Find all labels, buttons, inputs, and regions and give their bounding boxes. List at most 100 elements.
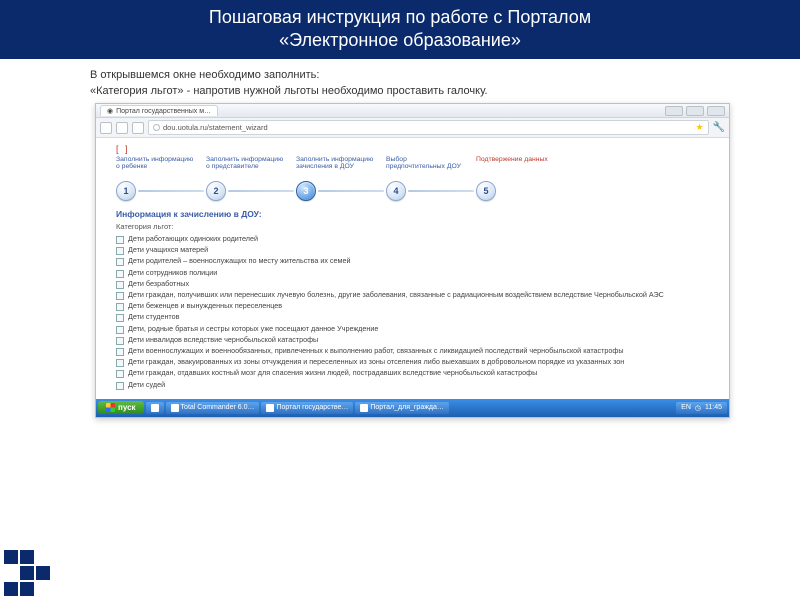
app-icon [151,404,159,412]
url-text: dou.uotula.ru/statement_wizard [163,123,268,132]
checkbox[interactable] [116,326,124,334]
checkbox[interactable] [116,247,124,255]
checkbox[interactable] [116,337,124,345]
windows-flag-icon [106,403,115,412]
step-label-2: Заполнить информацию о представителе [206,156,284,178]
step-connector [228,190,294,192]
benefit-label: Дети, родные братья и сестры которых уже… [128,325,378,334]
checkbox[interactable] [116,292,124,300]
step-connector [138,190,204,192]
benefit-label: Дети студентов [128,313,179,322]
benefit-label: Дети работающих одиноких родителей [128,235,258,244]
tray-net-icon: ◷ [695,404,701,412]
browser-tab[interactable]: ◉ Портал государственных м… [100,105,218,116]
back-button[interactable] [100,122,112,134]
benefit-label: Дети беженцев и вынужденных переселенцев [128,302,282,311]
benefit-item: Дети учащихся матерей [116,245,715,256]
benefit-item: Дети беженцев и вынужденных переселенцев [116,301,715,312]
site-icon [153,124,160,131]
slide: Пошаговая инструкция по работе с Портало… [0,0,800,600]
browser-window: ◉ Портал государственных м… dou.uotula.r… [95,103,730,418]
benefit-item: Дети безработных [116,279,715,290]
benefit-label: Дети военнослужащих и военнообязанных, п… [128,347,624,356]
settings-icon[interactable]: 🔧 [713,122,725,133]
title-line1: Пошаговая инструкция по работе с Портало… [60,6,740,29]
checkbox[interactable] [116,370,124,378]
benefit-item: Дети работающих одиноких родителей [116,234,715,245]
wizard-step-2[interactable]: 2 [206,181,226,201]
window-minimize-button[interactable] [665,106,683,116]
url-input[interactable]: dou.uotula.ru/statement_wizard ★ [148,120,709,135]
taskbar-app[interactable]: Портал государстве… [261,402,353,414]
taskbar-app-label: Портал государстве… [276,404,348,411]
quicklaunch[interactable] [146,402,164,414]
benefit-item: Дети граждан, эвакуированных из зоны отч… [116,357,715,368]
benefit-label: Дети сотрудников полиции [128,269,217,278]
wizard-step-4[interactable]: 4 [386,181,406,201]
benefit-label: Дети учащихся матерей [128,246,208,255]
benefit-item: Дети родителей – военнослужащих по месту… [116,256,715,267]
intro-text-2: «Категория льгот» - напротив нужной льго… [90,85,710,97]
slide-content: В открывшемся окне необходимо заполнить:… [0,59,800,97]
bookmark-icon[interactable]: ★ [695,122,703,133]
brackets-accent: [ ] [116,144,715,154]
checkbox[interactable] [116,314,124,322]
checkbox[interactable] [116,348,124,356]
benefit-item: Дети сотрудников полиции [116,268,715,279]
benefit-label: Дети граждан, получивших или перенесших … [128,291,664,300]
checkbox[interactable] [116,270,124,278]
checkbox[interactable] [116,303,124,311]
step-label-3: Заполнить информацию зачисления в ДОУ [296,156,374,178]
taskbar-app-label: Портал_для_гражда… [370,404,444,411]
step-label-4: Выбор предпочтительных ДОУ [386,156,464,178]
reload-button[interactable] [132,122,144,134]
title-line2: «Электронное образование» [60,29,740,52]
app-icon [171,404,179,412]
app-icon [266,404,274,412]
benefit-label: Дети инвалидов вследствие чернобыльской … [128,336,318,345]
wizard-step-5[interactable]: 5 [476,181,496,201]
step-connector [318,190,384,192]
taskbar-app[interactable]: Total Commander 6.0… [166,402,260,414]
system-tray[interactable]: EN ◷ 11:45 [676,402,727,414]
taskbar-app[interactable]: Портал_для_гражда… [355,402,449,414]
benefit-item: Дети студентов [116,312,715,323]
window-maximize-button[interactable] [686,106,704,116]
slide-header: Пошаговая инструкция по работе с Портало… [0,0,800,59]
benefit-item: Дети граждан, получивших или перенесших … [116,290,715,301]
window-close-button[interactable] [707,106,725,116]
benefit-item: Дети судей [116,379,715,390]
tab-title: Портал государственных м… [116,108,211,115]
wizard-step-1[interactable]: 1 [116,181,136,201]
decor-bottom-left [4,550,64,596]
taskbar-app-label: Total Commander 6.0… [181,404,255,411]
start-label: пуск [118,403,136,412]
checkbox[interactable] [116,258,124,266]
forward-button[interactable] [116,122,128,134]
start-button[interactable]: пуск [98,401,144,414]
step-connector [408,190,474,192]
address-bar: dou.uotula.ru/statement_wizard ★ 🔧 [96,118,729,138]
benefit-item: Дети инвалидов вследствие чернобыльской … [116,335,715,346]
intro-text-1: В открывшемся окне необходимо заполнить: [90,69,710,81]
benefit-item: Дети военнослужащих и военнообязанных, п… [116,346,715,357]
checkbox[interactable] [116,382,124,390]
checkbox[interactable] [116,281,124,289]
benefit-label: Дети родителей – военнослужащих по месту… [128,257,350,266]
tray-clock: 11:45 [705,404,722,411]
globe-icon: ◉ [107,107,113,115]
benefit-label: Дети граждан, эвакуированных из зоны отч… [128,358,624,367]
form-section-title: Информация к зачислению в ДОУ: [116,209,715,219]
app-icon [360,404,368,412]
step-label-1: Заполнить информацию о ребенке [116,156,194,178]
wizard-steps: Заполнить информацию о ребенке 1 Заполнить… [116,156,715,201]
benefit-category-list: Дети работающих одиноких родителей Дети у… [116,234,715,391]
window-titlebar: ◉ Портал государственных м… [96,104,729,118]
form-subtitle: Категория льгот: [116,222,715,231]
checkbox[interactable] [116,359,124,367]
benefit-label: Дети безработных [128,280,189,289]
benefit-label: Дети граждан, отдавших костный мозг для … [128,369,537,378]
wizard-step-3[interactable]: 3 [296,181,316,201]
checkbox[interactable] [116,236,124,244]
windows-taskbar: пуск Total Commander 6.0… Портал государс… [96,399,729,417]
